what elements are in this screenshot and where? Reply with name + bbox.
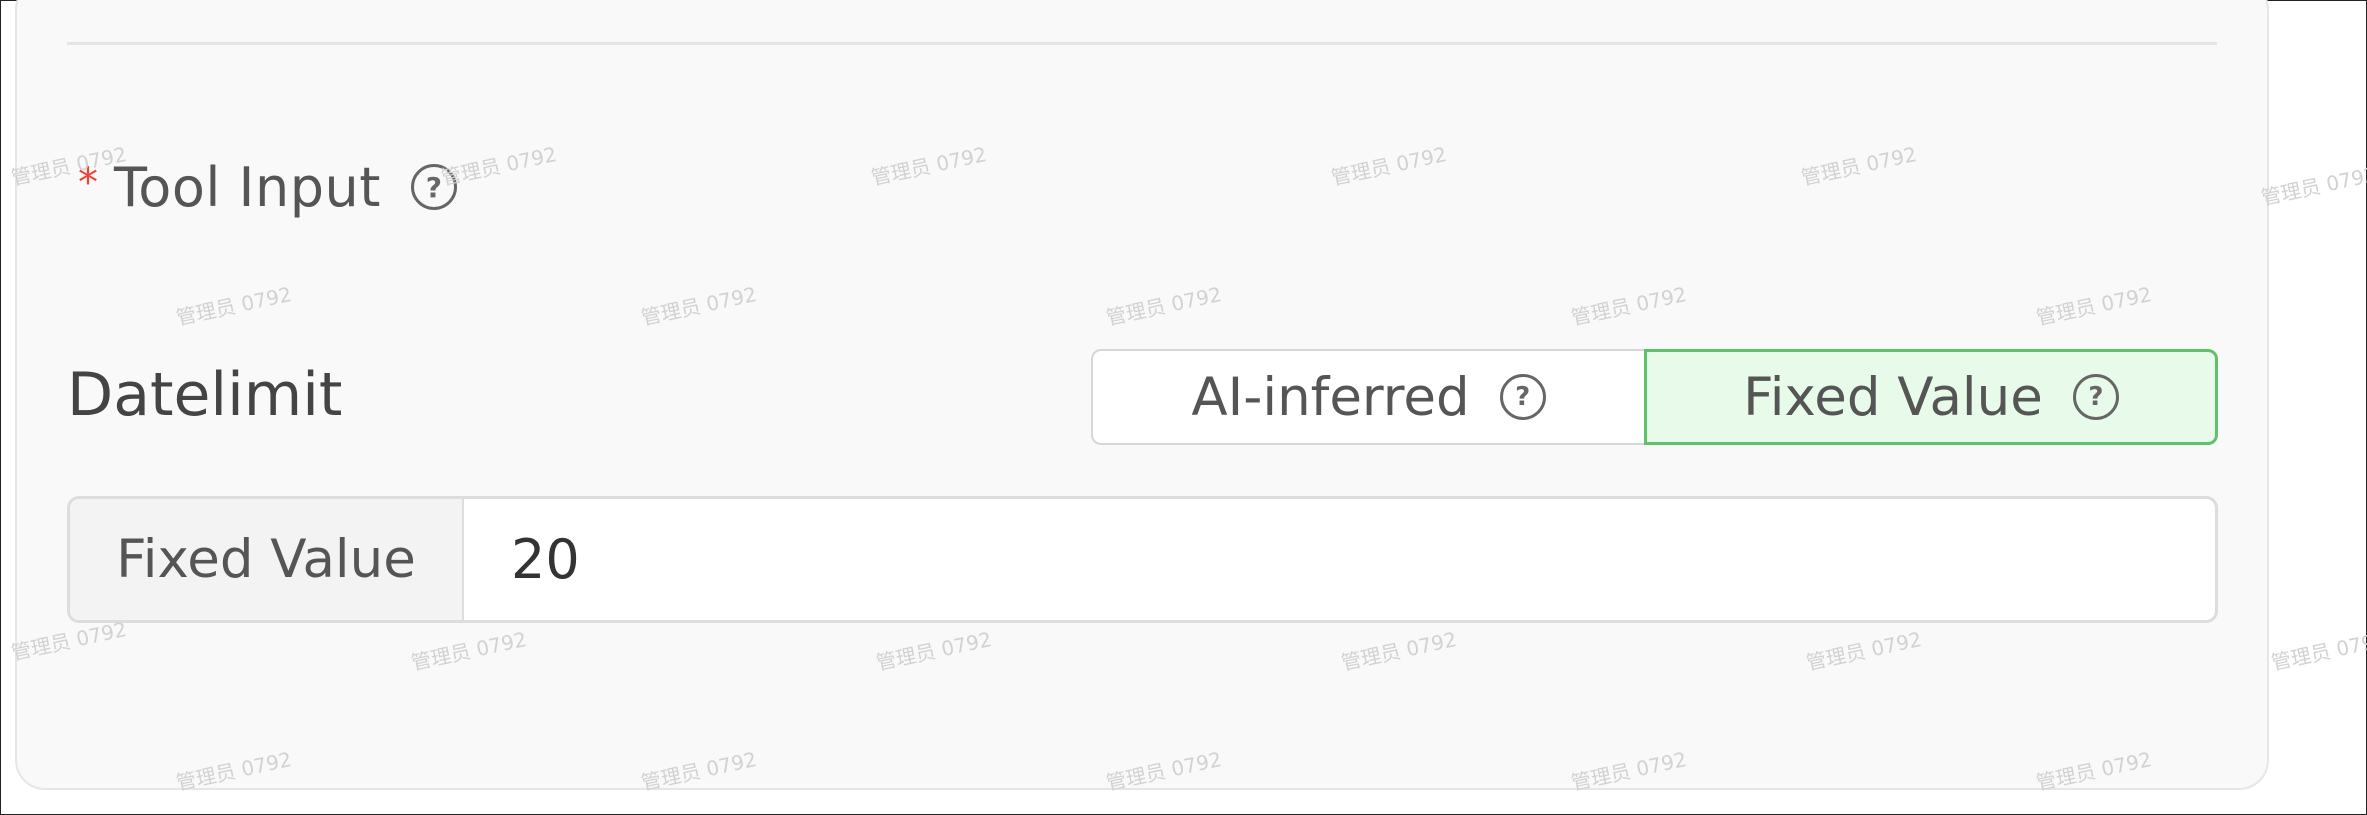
section-title: Tool Input [114,155,381,219]
fixed-value-input[interactable] [464,499,2215,620]
section-divider [67,42,2217,45]
question-circle-icon[interactable]: ? [1499,374,1546,420]
value-mode-toggle: AI-inferred ? Fixed Value ? [1091,349,2218,445]
mode-label: Fixed Value [1743,366,2043,428]
mode-label: AI-inferred [1191,366,1470,428]
mode-ai-inferred[interactable]: AI-inferred ? [1091,349,1644,445]
question-circle-icon[interactable]: ? [2072,374,2119,420]
fixed-value-input-group: Fixed Value [67,496,2218,623]
tool-input-header: * Tool Input ? [78,152,457,222]
parameter-name: Datelimit [67,360,343,430]
input-addon-label: Fixed Value [70,499,464,620]
mode-fixed-value[interactable]: Fixed Value ? [1644,349,2218,445]
required-marker: * [78,160,98,206]
question-circle-icon[interactable]: ? [410,164,457,210]
